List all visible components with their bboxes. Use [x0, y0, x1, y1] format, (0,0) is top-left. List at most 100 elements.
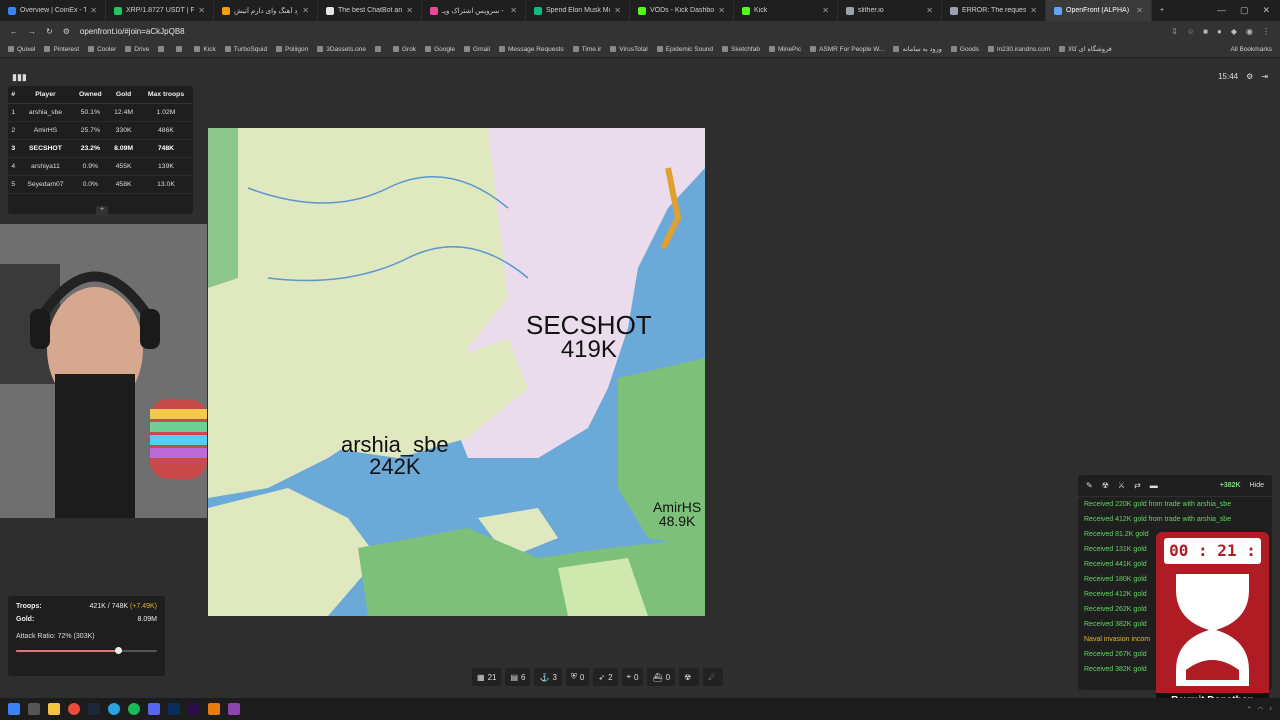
leaderboard-header[interactable]: Owned: [72, 86, 109, 104]
close-tab-icon[interactable]: ✕: [406, 6, 413, 15]
browser-tab[interactable]: Spend Elon Musk Money ✕: [526, 0, 630, 21]
bookmark-item[interactable]: Poliigon: [276, 45, 308, 53]
browser-tab[interactable]: XRP/1.8727 USDT | Futur✕: [106, 0, 214, 21]
bookmark-item[interactable]: Epidemic Sound: [656, 45, 713, 53]
leaderboard-row[interactable]: 4 arshiya11 0.9% 455K 139K: [8, 157, 193, 176]
bookmark-item[interactable]: Google: [425, 45, 455, 53]
new-tab-button[interactable]: +: [1152, 0, 1172, 21]
bookmark-item[interactable]: Message Requests: [499, 45, 564, 53]
chat-icon[interactable]: ▬: [1150, 481, 1158, 490]
leaderboard-row[interactable]: 3 SECSHOT 23.2% 8.09M 748K: [8, 139, 193, 158]
reload-icon[interactable]: ↻: [46, 27, 53, 36]
folder-icon[interactable]: [48, 703, 60, 715]
network-icon[interactable]: ◠: [1258, 706, 1263, 713]
bookmark-item[interactable]: Cooler: [88, 45, 116, 53]
forward-icon[interactable]: →: [28, 27, 36, 36]
menu-icon[interactable]: ⋮: [1262, 27, 1270, 36]
build-port-button[interactable]: ⚓ 3: [534, 668, 562, 686]
bookmark-item[interactable]: [176, 45, 185, 53]
leaderboard-row[interactable]: 2 AmirHS 25.7% 330K 486K: [8, 121, 193, 140]
back-icon[interactable]: ←: [10, 27, 18, 36]
bookmark-item[interactable]: Sketchfab: [722, 45, 760, 53]
close-tab-icon[interactable]: ✕: [614, 6, 621, 15]
browser-tab[interactable]: slither.io ✕: [838, 0, 942, 21]
browser-tab[interactable]: Overview | CoinEx - The G ✕: [0, 0, 106, 21]
leaderboard-toggle-icon[interactable]: ▮▮▮: [12, 72, 27, 83]
build-defense-button[interactable]: ⛨ 0: [565, 668, 590, 686]
close-tab-icon[interactable]: ✕: [1136, 6, 1143, 15]
game-map[interactable]: SECSHOT 419K arshia_sbe 242K AmirHS 48.9…: [208, 128, 705, 616]
browser-tab[interactable]: Kick ✕: [734, 0, 838, 21]
build-mirv-button[interactable]: ☄: [703, 668, 724, 686]
minimize-icon[interactable]: —: [1217, 5, 1226, 16]
bookmark-item[interactable]: فروشگاه ای کالا: [1059, 45, 1112, 53]
search-icon[interactable]: [28, 703, 40, 715]
settings-icon[interactable]: ⚙: [1246, 72, 1253, 81]
browser-tab[interactable]: ERROR: The request coul✕: [942, 0, 1046, 21]
hide-button[interactable]: Hide: [1250, 482, 1264, 489]
bookmark-item[interactable]: Kick: [194, 45, 216, 53]
bookmark-item[interactable]: Drive: [125, 45, 149, 53]
bookmark-item[interactable]: Grok: [392, 45, 416, 53]
trade-filter-icon[interactable]: ⇄: [1134, 481, 1141, 490]
bookmark-item[interactable]: Quixel: [8, 45, 35, 53]
leaderboard-expand-button[interactable]: +: [96, 206, 108, 216]
close-tab-icon[interactable]: ✕: [926, 6, 933, 15]
bookmark-item[interactable]: 3Dassets.one: [317, 45, 366, 53]
close-window-icon[interactable]: ✕: [1262, 5, 1270, 16]
browser-tab[interactable]: آپارات - سرویس اشتراک ویـ ✕: [422, 0, 526, 21]
nuke-filter-icon[interactable]: ☢: [1102, 481, 1109, 490]
install-icon[interactable]: ⇩: [1171, 27, 1178, 36]
build-warship-button[interactable]: ⛴ 0: [647, 668, 676, 686]
bookmark-item[interactable]: Pinterest: [44, 45, 79, 53]
bookmark-item[interactable]: ورود به سامانه: [893, 45, 942, 53]
build-factory-button[interactable]: ▤ 6: [505, 668, 531, 686]
close-tab-icon[interactable]: ✕: [302, 6, 309, 15]
browser-tab[interactable]: دانلود آهنگ وای دارم آتیش ✕: [214, 0, 318, 21]
close-tab-icon[interactable]: ✕: [198, 6, 205, 15]
build-nuke-button[interactable]: ☢: [679, 668, 700, 686]
bookmark-item[interactable]: ln230.irandns.com: [988, 45, 1050, 53]
attack-ratio-slider[interactable]: [16, 646, 157, 656]
slider-thumb[interactable]: [114, 647, 122, 654]
browser-tab[interactable]: VODs - Kick Dashboard✕: [630, 0, 734, 21]
close-tab-icon[interactable]: ✕: [90, 6, 97, 15]
chrome-icon[interactable]: [68, 703, 80, 715]
windows-start-icon[interactable]: [8, 703, 20, 715]
premiere-icon[interactable]: [188, 703, 200, 715]
telegram-icon[interactable]: [108, 703, 120, 715]
build-sam-button[interactable]: ⌖ 0: [621, 668, 644, 686]
close-tab-icon[interactable]: ✕: [822, 6, 829, 15]
maximize-icon[interactable]: ▢: [1240, 5, 1249, 16]
close-tab-icon[interactable]: ✕: [1030, 6, 1037, 15]
extension-icon[interactable]: ◆: [1231, 27, 1237, 36]
exit-icon[interactable]: ⇥: [1261, 72, 1268, 81]
app-icon[interactable]: [228, 703, 240, 715]
site-info-icon[interactable]: ⚙: [63, 27, 70, 36]
build-missile-button[interactable]: ➶ 2: [593, 668, 618, 686]
volume-icon[interactable]: ♪: [1269, 706, 1272, 712]
leaderboard-row[interactable]: 5 Seyedam07 0.0% 458K 13.0K: [8, 175, 193, 194]
leaderboard-row[interactable]: 1 arshia_sbe 50.1% 12.4M 1.02M: [8, 103, 193, 122]
url-field[interactable]: openfront.io/#join=aCkJpQB8: [80, 27, 185, 36]
tray-icon[interactable]: ⌃: [1247, 706, 1252, 713]
pencil-icon[interactable]: ✎: [1086, 481, 1093, 490]
browser-tab[interactable]: The best ChatBot and Wri✕: [318, 0, 422, 21]
bookmark-item[interactable]: ASMR For People W...: [810, 45, 884, 53]
build-city-button[interactable]: ▦ 21: [472, 668, 502, 686]
browser-tab[interactable]: OpenFront (ALPHA) ✕: [1046, 0, 1152, 21]
bookmark-item[interactable]: TurboSquid: [224, 45, 267, 53]
steam-icon[interactable]: [88, 703, 100, 715]
bookmark-item[interactable]: [374, 45, 384, 53]
discord-icon[interactable]: [148, 703, 160, 715]
bookmark-item[interactable]: VirusTotal: [610, 45, 648, 53]
all-bookmarks[interactable]: All Bookmarks: [1230, 46, 1272, 53]
bookmark-item[interactable]: MinePic: [768, 45, 801, 53]
bookmark-item[interactable]: Time.ir: [572, 45, 601, 53]
bookmark-item[interactable]: [158, 45, 167, 53]
photoshop-icon[interactable]: [168, 703, 180, 715]
spotify-icon[interactable]: [128, 703, 140, 715]
close-tab-icon[interactable]: ✕: [510, 6, 517, 15]
profile-icon[interactable]: ◉: [1246, 27, 1253, 36]
extension-icon[interactable]: ■: [1203, 27, 1208, 36]
